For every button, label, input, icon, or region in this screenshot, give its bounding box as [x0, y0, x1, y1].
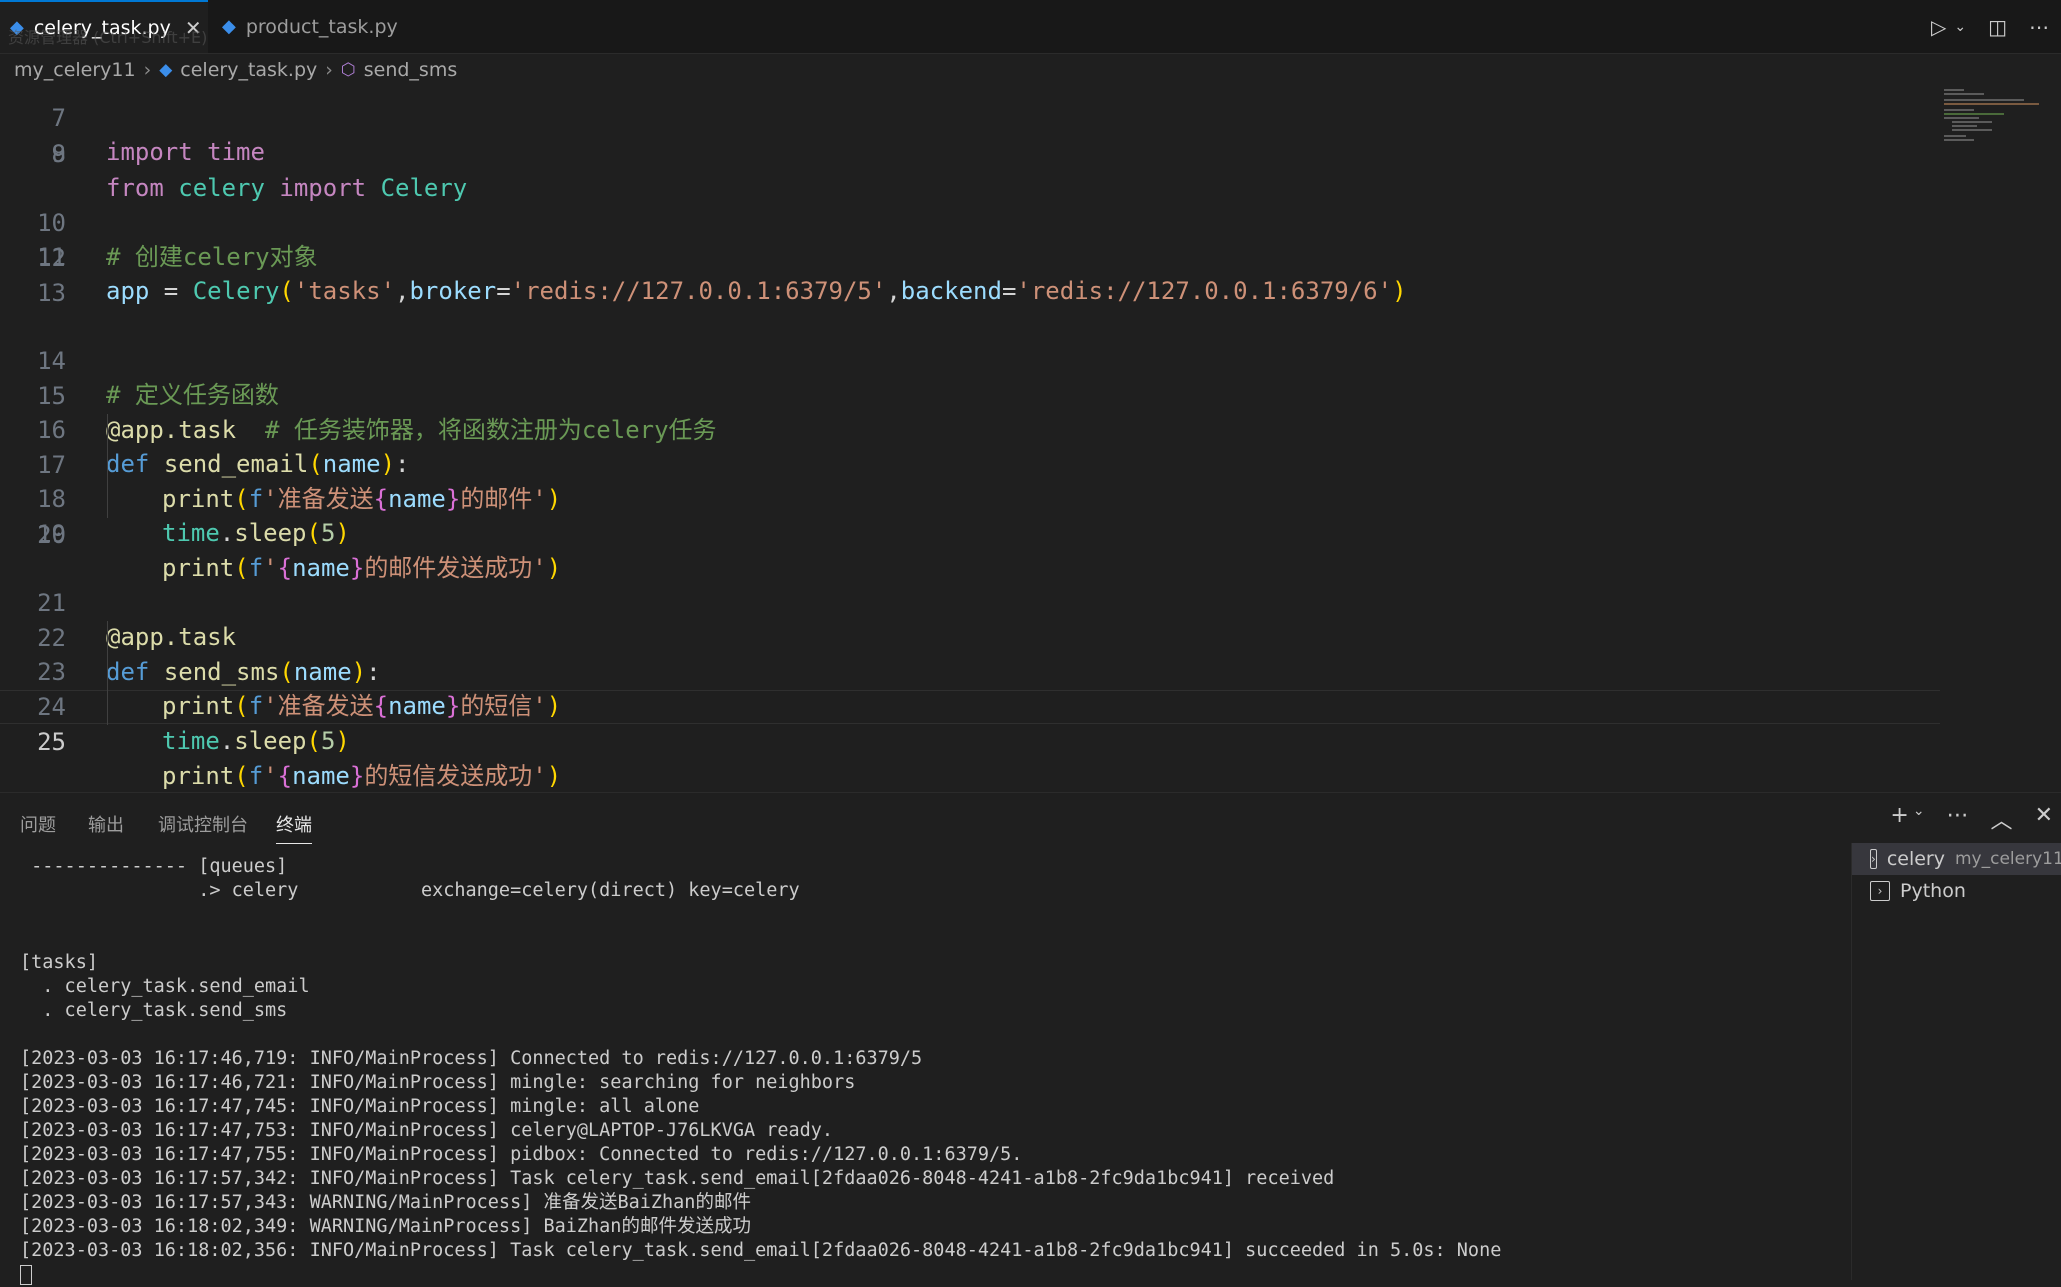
breadcrumb-folder[interactable]: my_celery11 [14, 59, 136, 81]
terminal-output[interactable]: -------------- [queues] .> celery exchan… [20, 855, 1820, 1287]
terminal-line: . celery_task.send_email [20, 976, 310, 997]
method-icon: ⬡ [340, 60, 356, 80]
editor-actions: ▷ ⌄ ◫ ⋯ [1931, 0, 2061, 53]
terminal-line: [2023-03-03 16:17:46,721: INFO/MainProce… [20, 1072, 856, 1093]
code-line: 10 # 创建celery对象 [0, 172, 1940, 271]
code-line: 20 [0, 518, 1940, 552]
panel-actions: + ⌄ ⋯ ︿ ✕ [1890, 803, 2053, 835]
code-line: 16 def send_email(name): [0, 379, 1940, 478]
terminal-cursor [20, 1263, 1820, 1287]
code-line: 22 def send_sms(name): [0, 587, 1940, 686]
more-icon[interactable]: ⋯ [2029, 15, 2049, 39]
line-number: 25 [37, 728, 66, 756]
tab-problems[interactable]: 问题 [20, 811, 56, 837]
close-tab-icon[interactable]: ✕ [185, 16, 202, 40]
terminal-line: -------------- [queues] [20, 856, 288, 877]
terminal-line: . celery_task.send_sms [20, 1000, 288, 1021]
code-line: 8 from celery import Celery [0, 103, 1940, 202]
close-icon[interactable]: ✕ [2035, 803, 2053, 835]
breadcrumb: my_celery11 › ◆ celery_task.py › ⬡ send_… [0, 53, 2061, 87]
chevron-right-icon: › [143, 59, 152, 81]
breadcrumb-file[interactable]: celery_task.py [180, 59, 317, 81]
terminal-line: [2023-03-03 16:17:46,719: INFO/MainProce… [20, 1048, 923, 1069]
code-line: 7 import time [0, 87, 1940, 166]
chevron-up-icon[interactable]: ︿ [1991, 803, 2013, 835]
code-line: 18 time.sleep(5) [0, 448, 1940, 547]
line-number: 9 [51, 140, 66, 168]
line-number: 12 [37, 244, 66, 272]
line-number: 13 [37, 279, 66, 307]
code-line: 17 print(f'准备发送{name}的邮件') [0, 414, 1940, 513]
terminal-icon: › [1870, 849, 1877, 869]
minimap[interactable] [1944, 87, 2044, 147]
more-icon[interactable]: ⋯ [1947, 803, 1969, 835]
terminal-icon: › [1870, 881, 1890, 901]
python-file-icon: ◆ [159, 60, 173, 80]
line-number: 20 [37, 521, 66, 549]
python-file-icon: ◆ [222, 16, 236, 37]
indent-guide [107, 414, 108, 518]
chevron-down-icon[interactable]: ⌄ [1913, 803, 1925, 835]
tab-output[interactable]: 输出 [88, 811, 124, 837]
tab-label: product_task.py [245, 15, 398, 38]
terminal-line: [2023-03-03 16:18:02,349: WARNING/MainPr… [20, 1216, 751, 1237]
terminal-item-celery[interactable]: › celery my_celery11 [1852, 843, 2061, 875]
terminal-line: [2023-03-03 16:17:47,753: INFO/MainProce… [20, 1120, 834, 1141]
tab-terminal[interactable]: 终端 [276, 811, 312, 844]
code-line: 23 print(f'准备发送{name}的短信') [0, 621, 1940, 720]
code-line: 21 @app.task [0, 552, 1940, 651]
terminal-item-python[interactable]: › Python [1852, 875, 2061, 907]
play-icon[interactable]: ▷ [1931, 15, 1946, 39]
code-line: 15 @app.task # 任务装饰器，将函数注册为celery任务 [0, 345, 1940, 444]
plus-icon[interactable]: + [1890, 803, 1908, 835]
code-editor[interactable]: 7 import time 8 from celery import Celer… [0, 87, 2061, 792]
terminal-line: [tasks] [20, 952, 98, 973]
tab-celery-task[interactable]: ◆ celery_task.py ✕ [0, 0, 208, 53]
code-text: print(f'{name}的短信发送成功') [162, 762, 562, 790]
code-line: 12 [0, 241, 1940, 275]
code-line: 9 [0, 137, 1940, 171]
code-line: 11 app = Celery('tasks',broker='redis://… [0, 206, 1940, 305]
chevron-right-icon: › [325, 59, 333, 81]
tab-label: celery_task.py [33, 16, 171, 39]
code-text: time.sleep(5) [162, 727, 350, 755]
code-line: 19 print(f'{name}的邮件发送成功') [0, 483, 1940, 582]
code-line: 14 # 定义任务函数 [0, 310, 1940, 409]
indent-guide [107, 621, 108, 725]
terminal-line: [2023-03-03 16:17:47,745: INFO/MainProce… [20, 1096, 700, 1117]
editor-tab-bar: ◆ celery_task.py ✕ ◆ product_task.py 资源管… [0, 0, 2061, 54]
terminal-line: .> celery exchange=celery(direct) key=ce… [20, 880, 800, 901]
chevron-down-icon[interactable]: ⌄ [1954, 19, 1966, 35]
terminal-line: [2023-03-03 16:17:57,342: INFO/MainProce… [20, 1168, 1335, 1189]
code-line: 13 [0, 276, 1940, 310]
terminal-line: [2023-03-03 16:17:47,755: INFO/MainProce… [20, 1144, 1023, 1165]
terminal-name: celery [1886, 848, 1945, 870]
code-line: 24 time.sleep(5) [0, 656, 1940, 755]
code-line-current: 25 print(f'{name}的短信发送成功') [0, 690, 1940, 790]
terminal-line: [2023-03-03 16:18:02,356: INFO/MainProce… [20, 1240, 1502, 1261]
terminal-cwd: my_celery11 [1954, 849, 2061, 869]
terminal-line: [2023-03-03 16:17:57,343: WARNING/MainPr… [20, 1192, 751, 1213]
split-editor-icon[interactable]: ◫ [1988, 15, 2007, 39]
terminal-list: › celery my_celery11 › Python [1851, 843, 2061, 1280]
tab-debug-console[interactable]: 调试控制台 [158, 811, 248, 837]
tab-product-task[interactable]: ◆ product_task.py [208, 0, 423, 53]
python-file-icon: ◆ [10, 17, 24, 38]
bottom-panel: 问题 输出 调试控制台 终端 + ⌄ ⋯ ︿ ✕ -------------- … [0, 792, 2061, 1285]
breadcrumb-symbol[interactable]: send_sms [364, 59, 458, 81]
terminal-name: Python [1900, 880, 1966, 902]
